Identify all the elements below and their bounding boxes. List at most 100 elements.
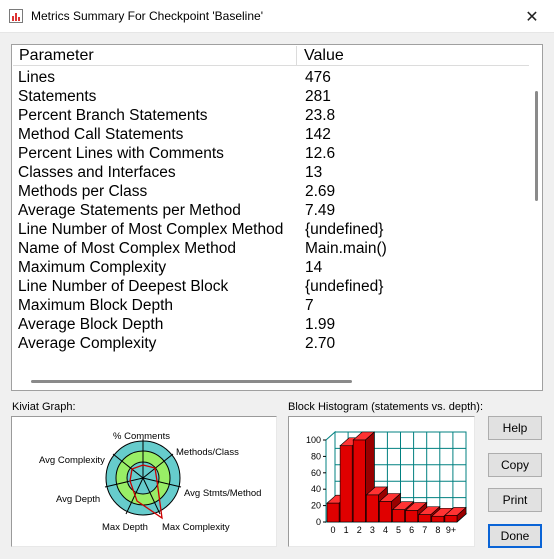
kiviat-axis-label: % Comments [113,431,170,442]
histogram-x-tick-label: 4 [383,525,388,535]
parameter-cell: Classes and Interfaces [18,164,176,181]
kiviat-axis-label: Methods/Class [176,447,239,458]
value-cell: 2.70 [305,335,336,352]
histogram-y-tick-label: 40 [311,484,321,494]
block-histogram: 0 20 40 60 80 100 0 1 2 3 4 5 6 7 8 9+ [288,416,475,547]
histogram-x-tick-label: 6 [409,525,414,535]
value-cell: Main.main() [305,240,387,257]
value-cell: 1.99 [305,316,336,333]
table-row[interactable]: Maximum Complexity 14 [13,258,529,277]
table-body: Lines 476 Statements 281 Percent Branch St… [13,68,529,353]
parameter-cell: Name of Most Complex Method [18,240,236,257]
metrics-table[interactable]: Parameter Value Lines 476 Statements 281 P… [11,44,543,391]
histogram-x-tick-label: 2 [357,525,362,535]
histogram-svg: 0204060801000 1 2 3 4 5 6 7 8 9+ [306,430,468,535]
histogram-bar [444,515,458,523]
help-button[interactable]: Help [488,416,542,440]
value-cell: 142 [305,126,331,143]
table-row[interactable]: Lines 476 [13,68,529,87]
kiviat-axis-label: Max Depth [102,522,148,533]
table-row[interactable]: Methods per Class 2.69 [13,182,529,201]
kiviat-axis-label: Avg Stmts/Method [184,488,261,499]
close-icon: ✕ [525,8,539,26]
kiviat-graph: % Comments Methods/Class Avg Stmts/Metho… [11,416,277,547]
histogram-x-tick-label: 9+ [446,525,456,535]
app-icon [9,9,23,23]
horizontal-scrollbar[interactable] [13,373,527,389]
histogram-y-tick-label: 0 [316,517,321,527]
kiviat-axis-label: Avg Complexity [39,455,105,466]
histogram-bar [366,494,379,523]
table-row[interactable]: Statements 281 [13,87,529,106]
value-cell: 23.8 [305,107,336,124]
parameter-cell: Methods per Class [18,183,148,200]
parameter-cell: Statements [18,88,97,105]
parameter-cell: Line Number of Deepest Block [18,278,229,295]
table-row[interactable]: Line Number of Deepest Block {undefined} [13,277,529,296]
vertical-scrollbar[interactable] [527,66,541,373]
parameter-cell: Lines [18,69,56,86]
close-button[interactable]: ✕ [510,0,554,33]
parameter-cell: Method Call Statements [18,126,184,143]
parameter-cell: Average Complexity [18,335,157,352]
histogram-x-tick-label: 1 [344,525,349,535]
parameter-cell: Line Number of Most Complex Method [18,221,284,238]
histogram-bar [405,510,418,523]
histogram-y-tick-label: 80 [311,451,321,461]
value-cell: 7.49 [305,202,336,219]
copy-button[interactable]: Copy [488,453,542,477]
histogram-bar [379,501,392,523]
kiviat-axis-label: Max Complexity [162,522,230,533]
column-header-value[interactable]: Value [298,46,528,66]
histogram-x-tick-label: 0 [331,525,336,535]
histogram-bar [326,502,340,523]
parameter-cell: Percent Branch Statements [18,107,208,124]
print-button[interactable]: Print [488,488,542,512]
table-row[interactable]: Name of Most Complex Method Main.main() [13,239,529,258]
table-row[interactable]: Classes and Interfaces 13 [13,163,529,182]
histogram-y-tick-label: 60 [311,468,321,478]
column-header-parameter[interactable]: Parameter [13,46,297,66]
done-button[interactable]: Done [488,524,542,548]
value-cell: 14 [305,259,323,276]
table-row[interactable]: Average Block Depth 1.99 [13,315,529,334]
kiviat-graph-label: Kiviat Graph: [12,401,76,413]
table-row[interactable]: Line Number of Most Complex Method {undef… [13,220,529,239]
title-bar: Metrics Summary For Checkpoint 'Baseline… [0,0,554,33]
table-row[interactable]: Average Complexity 2.70 [13,334,529,353]
horizontal-scroll-thumb[interactable] [31,380,352,383]
window-title: Metrics Summary For Checkpoint 'Baseline… [31,9,263,23]
histogram-x-tick-label: 7 [422,525,427,535]
histogram-bar [339,445,353,523]
histogram-bar [418,514,432,523]
table-header: Parameter Value [13,46,529,66]
table-row[interactable]: Method Call Statements 142 [13,125,529,144]
table-row[interactable]: Average Statements per Method 7.49 [13,201,529,220]
histogram-x-tick-label: 8 [435,525,440,535]
block-histogram-label: Block Histogram (statements vs. depth): [288,401,484,413]
histogram-y-tick-label: 20 [311,501,321,511]
value-cell: 7 [305,297,314,314]
histogram-bar [352,439,366,523]
value-cell: {undefined} [305,278,384,295]
value-cell: 476 [305,69,331,86]
histogram-x-tick-label: 3 [370,525,375,535]
value-cell: 12.6 [305,145,336,162]
kiviat-svg: % Comments Methods/Class Avg Stmts/Metho… [39,431,261,533]
parameter-cell: Percent Lines with Comments [18,145,224,162]
vertical-scroll-thumb[interactable] [535,91,538,201]
table-row[interactable]: Percent Branch Statements 23.8 [13,106,529,125]
parameter-cell: Maximum Block Depth [18,297,174,314]
table-row[interactable]: Percent Lines with Comments 12.6 [13,144,529,163]
histogram-bar [431,515,445,523]
value-cell: 13 [305,164,323,181]
parameter-cell: Average Statements per Method [18,202,241,219]
table-row[interactable]: Maximum Block Depth 7 [13,296,529,315]
kiviat-axis-label: Avg Depth [56,494,100,505]
histogram-bar [392,509,405,523]
value-cell: 2.69 [305,183,336,200]
parameter-cell: Average Block Depth [18,316,164,333]
value-cell: 281 [305,88,331,105]
histogram-y-tick-label: 100 [306,435,321,445]
parameter-cell: Maximum Complexity [18,259,167,276]
